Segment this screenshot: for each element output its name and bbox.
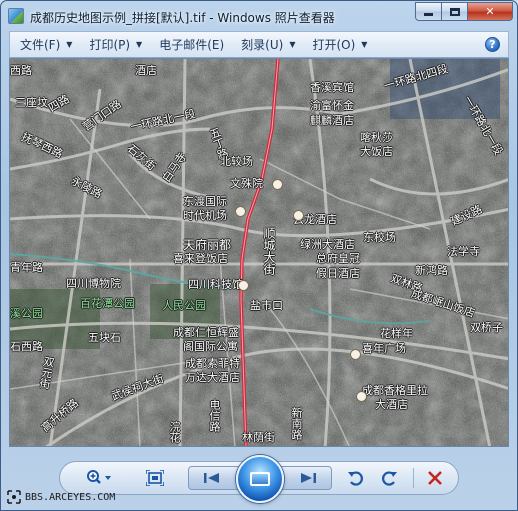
next-button[interactable]	[293, 466, 323, 490]
map-label: 成都香格里拉	[362, 384, 428, 397]
menu-burn[interactable]: 刻录(U) ▼	[231, 31, 302, 58]
map-label: 成都仁恒辉盛	[173, 326, 239, 339]
title-bar[interactable]: 成都历史地图示例_拼接[默认].tif - Windows 照片查看器 ✕	[1, 1, 517, 31]
menu-file-label: 文件(F)	[20, 38, 61, 52]
map-label: 文殊院	[230, 177, 263, 190]
map-label: 双桥子	[470, 321, 503, 334]
map-label: 假日酒店	[316, 267, 360, 280]
map-label: 东渡国际	[183, 195, 227, 208]
map-label: 总府皇冠	[316, 252, 360, 265]
map-label: 法学寺	[447, 245, 480, 258]
window-title: 成都历史地图示例_拼接[默认].tif - Windows 照片查看器	[30, 11, 335, 25]
map-label: 阁国际公寓	[183, 340, 238, 353]
chevron-down-icon: ▼	[66, 40, 73, 49]
actual-size-button[interactable]	[144, 466, 166, 490]
chevron-down-icon: ▼	[361, 40, 368, 49]
minimize-button[interactable]	[415, 2, 442, 21]
image-viewport[interactable]: 酒店 西路 香溪宾馆 一环路北四段 三座坟 四路 营门口路 一环路北一段 五丁路…	[9, 58, 509, 447]
map-label: 喜年广场	[362, 342, 406, 355]
map-label: 花样年	[380, 327, 413, 340]
map-label: 香溪宾馆	[310, 81, 354, 94]
map-label: 新南路	[290, 407, 303, 440]
previous-icon	[204, 473, 219, 483]
close-icon: ✕	[485, 5, 495, 18]
map-label: 喀秋莎	[360, 131, 393, 144]
map-label: 林荫街	[242, 431, 275, 444]
toolbar-separator	[413, 468, 414, 488]
map-label: 百花潭公园	[80, 297, 135, 310]
watermark-logo-icon	[7, 490, 21, 504]
map-label: 溪公园	[10, 307, 43, 320]
map-label: 麒麟酒店	[310, 114, 354, 127]
watermark: BBS.ARCEYES.COM	[7, 490, 115, 504]
map-label: 绿洲大酒店	[300, 238, 355, 251]
photo-viewer-app-icon[interactable]	[8, 8, 24, 24]
map-label: 五块石	[88, 331, 121, 344]
menu-email[interactable]: 电子邮件(E)	[149, 31, 231, 58]
map-label: 天府丽都	[183, 238, 232, 252]
map-label: 东校场	[363, 231, 396, 244]
rotate-clockwise-button[interactable]	[378, 466, 400, 490]
rotate-counterclockwise-button[interactable]	[345, 466, 367, 490]
maximize-button[interactable]	[442, 2, 468, 21]
actual-size-icon	[146, 470, 164, 486]
photo-viewer-window: 成都历史地图示例_拼接[默认].tif - Windows 照片查看器 ✕ 文件…	[0, 0, 518, 511]
delete-icon	[428, 471, 442, 485]
close-button[interactable]: ✕	[468, 2, 513, 21]
satellite-map-image	[10, 59, 508, 446]
menu-bar: 文件(F) ▼ 打印(P) ▼ 电子邮件(E) 刻录(U) ▼ 打开(O) ▼ ?	[9, 31, 509, 58]
map-label: 大饭店	[360, 145, 393, 158]
menu-file[interactable]: 文件(F) ▼	[10, 31, 79, 58]
minimize-icon	[424, 13, 433, 16]
map-label: 四川博物院	[66, 277, 121, 290]
map-label: 人民公园	[162, 299, 206, 312]
slideshow-icon	[250, 472, 270, 486]
poi-marker	[293, 210, 304, 221]
poi-marker	[272, 179, 283, 190]
poi-marker	[350, 349, 361, 360]
rotate-counterclockwise-icon	[348, 471, 363, 486]
menu-open-label: 打开(O)	[312, 38, 356, 52]
chevron-down-icon: ▼	[289, 40, 296, 49]
map-label: 渝富怀金	[310, 99, 354, 112]
map-label: 电信路	[208, 399, 221, 432]
next-icon	[301, 473, 316, 483]
delete-button[interactable]	[424, 466, 446, 490]
chevron-down-icon: ▼	[136, 40, 143, 49]
poi-marker	[356, 391, 367, 402]
zoom-magnifier-icon	[87, 470, 111, 484]
poi-marker	[235, 206, 246, 217]
map-label: 盐市口	[250, 299, 283, 312]
help-icon[interactable]: ?	[485, 37, 500, 52]
caption-buttons: ✕	[415, 2, 513, 22]
map-label: 北较场	[220, 155, 253, 168]
map-label: 西路	[10, 64, 32, 77]
menu-print-label: 打印(P)	[89, 38, 131, 52]
menu-burn-label: 刻录(U)	[241, 38, 284, 52]
previous-button[interactable]	[197, 466, 227, 490]
rotate-clockwise-icon	[382, 471, 397, 486]
map-label: 顺城大街	[262, 227, 276, 275]
menu-print[interactable]: 打印(P) ▼	[79, 31, 149, 58]
map-label: 青年路	[10, 261, 43, 274]
map-label: 时代机场	[183, 209, 227, 222]
watermark-text: BBS.ARCEYES.COM	[25, 491, 116, 503]
map-label: 喜来登饭店	[173, 252, 228, 265]
map-label: 三座坟	[15, 96, 48, 109]
zoom-button[interactable]	[79, 466, 119, 490]
slideshow-button[interactable]	[236, 455, 284, 503]
poi-marker	[238, 280, 249, 291]
map-label: 酒店	[135, 64, 157, 77]
menu-open[interactable]: 打开(O) ▼	[302, 31, 374, 58]
map-label: 新鸿路	[415, 264, 448, 277]
map-label: 万达大酒店	[185, 371, 240, 384]
maximize-icon	[449, 7, 460, 16]
map-label: 大酒店	[375, 398, 408, 411]
map-label: 浣花	[168, 421, 181, 443]
menu-email-label: 电子邮件(E)	[159, 38, 225, 52]
map-label: 石西路	[10, 340, 43, 353]
map-label: 成都索菲特	[185, 357, 240, 370]
map-label: 四川科技馆	[188, 278, 243, 291]
